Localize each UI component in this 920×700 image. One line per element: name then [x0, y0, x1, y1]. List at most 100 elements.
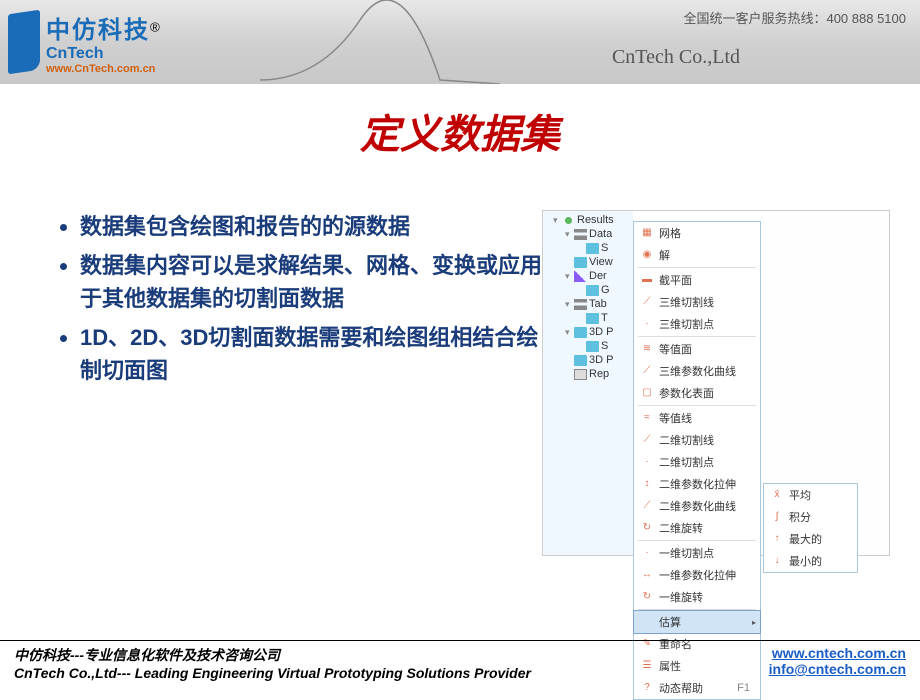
menu-item[interactable]: ⟋ 三维参数化曲线 — [634, 360, 760, 382]
menu-item[interactable]: ↕二维参数化拉伸 — [634, 473, 760, 495]
logo-area: 中仿科技® CnTech www.CnTech.com.cn — [0, 10, 160, 75]
menu-item-icon: · — [640, 456, 654, 468]
submenu-arrow-icon: ▸ — [752, 618, 756, 627]
menu-item[interactable]: ≈ 等值线 — [634, 407, 760, 429]
tree-node-icon — [574, 257, 587, 268]
tree-node-icon — [586, 285, 599, 296]
footer-url-link[interactable]: www.cntech.com.cn — [769, 645, 906, 661]
menu-item[interactable]: ↔ 一维参数化拉伸 — [634, 564, 760, 586]
tree-node-icon — [574, 355, 587, 366]
submenu-item-label: 最小的 — [789, 553, 822, 569]
tree-node-icon — [574, 327, 587, 338]
logo-url-text: www.CnTech.com.cn — [46, 63, 160, 75]
menu-separator — [638, 540, 756, 541]
tree-item[interactable]: 3D P — [547, 353, 633, 367]
menu-item-label: 等值面 — [659, 341, 692, 357]
content-area: 数据集包含绘图和报告的的源数据数据集内容可以是求解结果、网格、变换或应用于其他数… — [0, 190, 920, 556]
menu-item-label: 三维参数化曲线 — [659, 363, 736, 379]
submenu-item-icon: ↓ — [770, 555, 784, 567]
menu-item[interactable]: ⟋ 二维切割线 — [634, 429, 760, 451]
menu-item-icon: ↕ — [640, 478, 654, 490]
submenu-item[interactable]: ↑ 最大的 — [764, 528, 857, 550]
tree-panel: ▾Results▾DataSView▾DerG▾TabT▾3D PS3D PRe… — [543, 211, 633, 383]
tree-node-icon — [574, 229, 587, 240]
footer-left: 中仿科技---专业信息化软件及技术咨询公司 CnTech Co.,Ltd--- … — [14, 645, 531, 686]
menu-item[interactable]: ▢ 参数化表面 — [634, 382, 760, 404]
tree-item[interactable]: G — [547, 283, 633, 297]
tree-item[interactable]: ▾3D P — [547, 325, 633, 339]
submenu-item[interactable]: ∫积分 — [764, 506, 857, 528]
tree-node-icon — [562, 215, 575, 226]
tree-item-label: S — [601, 242, 608, 254]
menu-item[interactable]: ↻二维旋转 — [634, 517, 760, 539]
tree-node-icon — [574, 271, 587, 282]
menu-item-icon: ↻ — [640, 522, 654, 534]
menu-item-label: 参数化表面 — [659, 385, 714, 401]
menu-item[interactable]: ⟋二维参数化曲线 — [634, 495, 760, 517]
menu-item-label: 一维参数化拉伸 — [659, 567, 736, 583]
menu-item-label: 等值线 — [659, 410, 692, 426]
submenu-item[interactable]: ↓ 最小的 — [764, 550, 857, 572]
menu-item-icon: ⟋ — [640, 365, 654, 377]
submenu-item-icon: x̄ — [770, 489, 784, 501]
menu-item[interactable]: ◉解 — [634, 244, 760, 266]
tree-item[interactable]: S — [547, 339, 633, 353]
tree-item[interactable]: S — [547, 241, 633, 255]
menu-item[interactable]: ·一维切割点 — [634, 542, 760, 564]
menu-item[interactable]: ▦网格 — [634, 222, 760, 244]
menu-item-icon: ▦ — [640, 227, 654, 239]
tree-item[interactable]: ▾Der — [547, 269, 633, 283]
tree-item[interactable]: View — [547, 255, 633, 269]
tree-item[interactable]: ▾Tab — [547, 297, 633, 311]
menu-item-icon — [640, 616, 654, 628]
menu-item-label: 解 — [659, 247, 670, 263]
menu-item-icon: ▢ — [640, 387, 654, 399]
tree-item-label: Tab — [589, 298, 607, 310]
menu-item-icon: ⟋ — [640, 434, 654, 446]
bullet-list: 数据集包含绘图和报告的的源数据数据集内容可以是求解结果、网格、变换或应用于其他数… — [50, 210, 542, 556]
menu-item-label: 二维参数化曲线 — [659, 498, 736, 514]
menu-item[interactable]: ↻一维旋转 — [634, 586, 760, 608]
footer-email-link[interactable]: info@cntech.com.cn — [769, 661, 906, 677]
menu-item-icon: ↔ — [640, 569, 654, 581]
menu-item[interactable]: ·三维切割点 — [634, 313, 760, 335]
logo-cn-text: 中仿科技 — [46, 17, 150, 44]
context-menu: ▦网格◉解▬截平面⟋三维切割线·三维切割点≋等值面⟋三维参数化曲线▢参数化表面≈… — [633, 221, 761, 700]
menu-item[interactable]: ≋等值面 — [634, 338, 760, 360]
submenu-item-label: 最大的 — [789, 531, 822, 547]
menu-separator — [638, 336, 756, 337]
menu-item-label: 估算 — [659, 614, 681, 630]
menu-item[interactable]: ⟋ 三维切割线 — [634, 291, 760, 313]
menu-item-label: 二维切割线 — [659, 432, 714, 448]
tree-item[interactable]: ▾Results — [547, 213, 633, 227]
tree-item[interactable]: ▾Data — [547, 227, 633, 241]
software-screenshot: ▾Results▾DataSView▾DerG▾TabT▾3D PS3D PRe… — [542, 210, 890, 556]
menu-item-label: 三维切割线 — [659, 294, 714, 310]
menu-item[interactable]: ▬截平面 — [634, 269, 760, 291]
tree-node-icon — [574, 299, 587, 310]
submenu-item-label: 积分 — [789, 509, 811, 525]
menu-item[interactable]: 估算 ▸ — [633, 610, 761, 634]
tree-node-icon — [586, 243, 599, 254]
tree-item-label: Results — [577, 214, 614, 226]
menu-item-label: 二维切割点 — [659, 454, 714, 470]
logo-mark-icon — [8, 10, 40, 74]
menu-item-icon: · — [640, 547, 654, 559]
tree-item[interactable]: T — [547, 311, 633, 325]
tree-item[interactable]: Rep — [547, 367, 633, 381]
menu-separator — [638, 405, 756, 406]
menu-item-icon: ⟋ — [640, 296, 654, 308]
footer-bar: 中仿科技---专业信息化软件及技术咨询公司 CnTech Co.,Ltd--- … — [0, 640, 920, 690]
submenu-item[interactable]: x̄ 平均 — [764, 484, 857, 506]
submenu-item-label: 平均 — [789, 487, 811, 503]
hotline-text: 全国统一客户服务热线：400 888 5100 — [683, 8, 906, 27]
bullet-item: 1D、2D、3D切割面数据需要和绘图组相结合绘制切面图 — [80, 321, 542, 387]
wave-decoration-icon — [260, 0, 500, 84]
menu-item[interactable]: · 二维切割点 — [634, 451, 760, 473]
menu-item-icon: ≈ — [640, 412, 654, 424]
tree-item-label: T — [601, 312, 608, 324]
menu-item-label: 一维旋转 — [659, 589, 703, 605]
menu-item-icon: ◉ — [640, 249, 654, 261]
submenu-item-icon: ↑ — [770, 533, 784, 545]
menu-item-label: 三维切割点 — [659, 316, 714, 332]
